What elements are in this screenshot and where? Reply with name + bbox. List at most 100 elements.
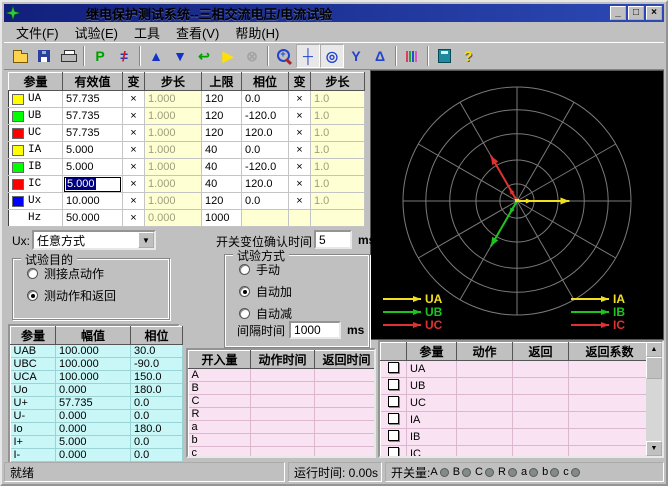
increase-button[interactable]: ▲ bbox=[144, 44, 168, 68]
undo-button[interactable]: ↩ bbox=[192, 44, 216, 68]
step1-cell[interactable]: 1.000 bbox=[145, 142, 202, 159]
limit-cell[interactable]: 40 bbox=[202, 176, 242, 193]
value-cell-UC[interactable]: 57.735 bbox=[63, 125, 123, 142]
menu-item-4[interactable]: 查看(V) bbox=[168, 22, 227, 43]
step1-cell[interactable]: 1.000 bbox=[145, 193, 202, 210]
var2-cell[interactable]: × bbox=[289, 176, 311, 193]
menu-item-3[interactable]: 工具 bbox=[126, 22, 168, 43]
limit-cell[interactable]: 40 bbox=[202, 142, 242, 159]
step2-cell[interactable]: 1.0 bbox=[311, 142, 365, 159]
var2-cell[interactable]: × bbox=[289, 159, 311, 176]
phase-cell[interactable]: 120.0 bbox=[242, 176, 289, 193]
step2-cell[interactable]: 1.0 bbox=[311, 91, 365, 108]
limit-cell[interactable]: 40 bbox=[202, 159, 242, 176]
open-button[interactable] bbox=[8, 44, 32, 68]
test-purpose-option-2[interactable]: 测动作和返回 bbox=[27, 287, 169, 303]
menu-item-2[interactable]: 试验(E) bbox=[67, 22, 126, 43]
value-cell-UB[interactable]: 57.735 bbox=[63, 108, 123, 125]
limit-cell[interactable]: 120 bbox=[202, 91, 242, 108]
value-cell-IB[interactable]: 5.000 bbox=[63, 159, 123, 176]
vertical-scrollbar[interactable]: ▲ ▼ bbox=[646, 342, 662, 456]
y-connect-button[interactable]: Y bbox=[344, 44, 368, 68]
polar-grid-button[interactable]: ◎ bbox=[320, 44, 344, 68]
step2-cell[interactable]: 1.0 bbox=[311, 159, 365, 176]
step1-cell[interactable]: 1.000 bbox=[145, 159, 202, 176]
menu-item-5[interactable]: 帮助(H) bbox=[227, 22, 287, 43]
var1-cell[interactable]: × bbox=[123, 193, 145, 210]
menu-item-1[interactable]: 文件(F) bbox=[8, 22, 67, 43]
start-button[interactable]: ▶ bbox=[216, 44, 240, 68]
value-cell-Hz[interactable]: 50.000 bbox=[63, 210, 123, 227]
checkbox[interactable] bbox=[388, 413, 399, 424]
save-button[interactable] bbox=[32, 44, 56, 68]
help-button[interactable]: ? bbox=[456, 44, 480, 68]
phase-cell[interactable] bbox=[242, 210, 289, 227]
phase-cell[interactable]: -120.0 bbox=[242, 159, 289, 176]
p-marker-button[interactable]: P bbox=[88, 44, 112, 68]
radio-icon[interactable] bbox=[27, 268, 38, 279]
value-cell-Ux[interactable]: 10.000 bbox=[63, 193, 123, 210]
interval-input[interactable]: 1000 bbox=[289, 321, 341, 339]
phase-cell[interactable]: 0.0 bbox=[242, 142, 289, 159]
phase-cell[interactable]: 0.0 bbox=[242, 91, 289, 108]
scroll-down-icon[interactable]: ▼ bbox=[646, 441, 662, 456]
step2-cell[interactable]: 1.0 bbox=[311, 176, 365, 193]
var1-cell[interactable]: × bbox=[123, 142, 145, 159]
step2-cell[interactable] bbox=[311, 210, 365, 227]
step2-cell[interactable]: 1.0 bbox=[311, 108, 365, 125]
step1-cell[interactable]: 1.000 bbox=[145, 108, 202, 125]
step1-cell[interactable]: 0.000 bbox=[145, 210, 202, 227]
calculator-button[interactable] bbox=[432, 44, 456, 68]
scrollbar-thumb[interactable] bbox=[646, 357, 662, 379]
ux-mode-select[interactable]: 任意方式 ▼ bbox=[32, 230, 156, 250]
var1-cell[interactable]: × bbox=[123, 210, 145, 227]
var1-cell[interactable]: × bbox=[123, 108, 145, 125]
radio-icon[interactable] bbox=[239, 308, 250, 319]
checkbox[interactable] bbox=[388, 362, 399, 373]
var2-cell[interactable]: × bbox=[289, 91, 311, 108]
limit-cell[interactable]: 120 bbox=[202, 108, 242, 125]
test-mode-option-3[interactable]: 自动减 bbox=[239, 305, 369, 321]
var1-cell[interactable]: × bbox=[123, 125, 145, 142]
minimize-button[interactable]: _ bbox=[610, 6, 626, 20]
axes-button[interactable]: ┼ bbox=[296, 44, 320, 68]
checkbox[interactable] bbox=[388, 379, 399, 390]
chevron-down-icon[interactable]: ▼ bbox=[138, 232, 154, 248]
var1-cell[interactable]: × bbox=[123, 91, 145, 108]
decrease-button[interactable]: ▼ bbox=[168, 44, 192, 68]
radio-icon[interactable] bbox=[239, 264, 250, 275]
step2-cell[interactable]: 1.0 bbox=[311, 193, 365, 210]
step1-cell[interactable]: 1.000 bbox=[145, 91, 202, 108]
maximize-button[interactable]: □ bbox=[628, 6, 644, 20]
limit-cell[interactable]: 120 bbox=[202, 125, 242, 142]
test-mode-option-2[interactable]: 自动加 bbox=[239, 283, 369, 299]
radio-icon[interactable] bbox=[239, 286, 250, 297]
switch-confirm-input[interactable]: 5 bbox=[314, 230, 352, 249]
var2-cell[interactable]: × bbox=[289, 108, 311, 125]
var2-cell[interactable] bbox=[289, 210, 311, 227]
checkbox[interactable] bbox=[388, 430, 399, 441]
checkbox[interactable] bbox=[388, 447, 399, 458]
var1-cell[interactable]: × bbox=[123, 159, 145, 176]
disconnect-button[interactable] bbox=[112, 44, 136, 68]
value-cell-IC[interactable]: 5.000 bbox=[63, 176, 123, 193]
var1-cell[interactable]: × bbox=[123, 176, 145, 193]
delta-connect-button[interactable]: Δ bbox=[368, 44, 392, 68]
limit-cell[interactable]: 1000 bbox=[202, 210, 242, 227]
phase-cell[interactable]: 120.0 bbox=[242, 125, 289, 142]
close-button[interactable]: × bbox=[646, 6, 662, 20]
bar-chart-button[interactable] bbox=[400, 44, 424, 68]
scroll-up-icon[interactable]: ▲ bbox=[646, 342, 662, 357]
value-cell-IA[interactable]: 5.000 bbox=[63, 142, 123, 159]
var2-cell[interactable]: × bbox=[289, 142, 311, 159]
limit-cell[interactable]: 120 bbox=[202, 193, 242, 210]
value-editor[interactable]: 5.000 bbox=[64, 177, 121, 192]
value-cell-UA[interactable]: 57.735 bbox=[63, 91, 123, 108]
step1-cell[interactable]: 1.000 bbox=[145, 125, 202, 142]
zoom-button[interactable] bbox=[272, 44, 296, 68]
var2-cell[interactable]: × bbox=[289, 125, 311, 142]
stop-button[interactable]: ⊗ bbox=[240, 44, 264, 68]
radio-icon[interactable] bbox=[27, 290, 38, 301]
step1-cell[interactable]: 1.000 bbox=[145, 176, 202, 193]
var2-cell[interactable]: × bbox=[289, 193, 311, 210]
